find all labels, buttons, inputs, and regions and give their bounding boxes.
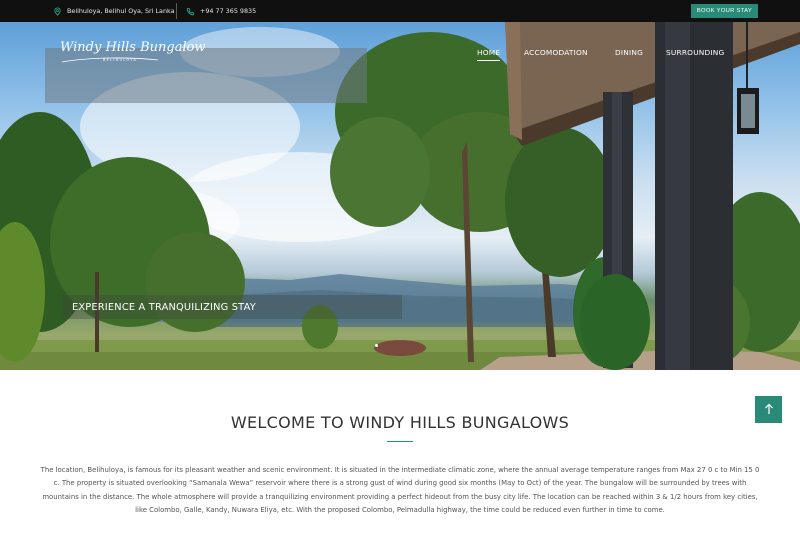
nav-dining[interactable]: DINING (615, 48, 643, 57)
phone-icon (186, 7, 195, 16)
phone-info[interactable]: +94 77 365 9835 (186, 0, 256, 22)
slider-indicator-dot[interactable] (375, 344, 378, 347)
arrow-up-icon (764, 400, 774, 419)
page-title: WELCOME TO WINDY HILLS BUNGALOWS (230, 413, 570, 432)
intro-paragraph: The location, Belihuloya, is famous for … (40, 466, 760, 515)
map-pin-icon (53, 6, 62, 16)
location-info: Belihuloya, Belihul Oya, Sri Lanka (53, 0, 175, 22)
book-your-stay-button[interactable]: BOOK YOUR STAY (690, 4, 758, 18)
phone-text: +94 77 365 9835 (200, 7, 257, 15)
site-logo[interactable]: Windy Hills Bungalow (60, 40, 206, 55)
nav-surrounding[interactable]: SURROUNDING (666, 48, 724, 57)
title-divider (387, 441, 413, 442)
scroll-to-top-button[interactable] (755, 396, 782, 423)
top-bar: Belihuloya, Belihul Oya, Sri Lanka +94 7… (0, 0, 800, 22)
logo-subtext: BELIHULOYA (103, 58, 138, 62)
topbar-divider (176, 3, 177, 19)
nav-home[interactable]: HOME (477, 48, 501, 61)
nav-accomodation[interactable]: ACCOMODATION (524, 48, 588, 57)
location-text: Belihuloya, Belihul Oya, Sri Lanka (67, 7, 175, 15)
hero-tagline: EXPERIENCE A TRANQUILIZING STAY (72, 302, 256, 313)
